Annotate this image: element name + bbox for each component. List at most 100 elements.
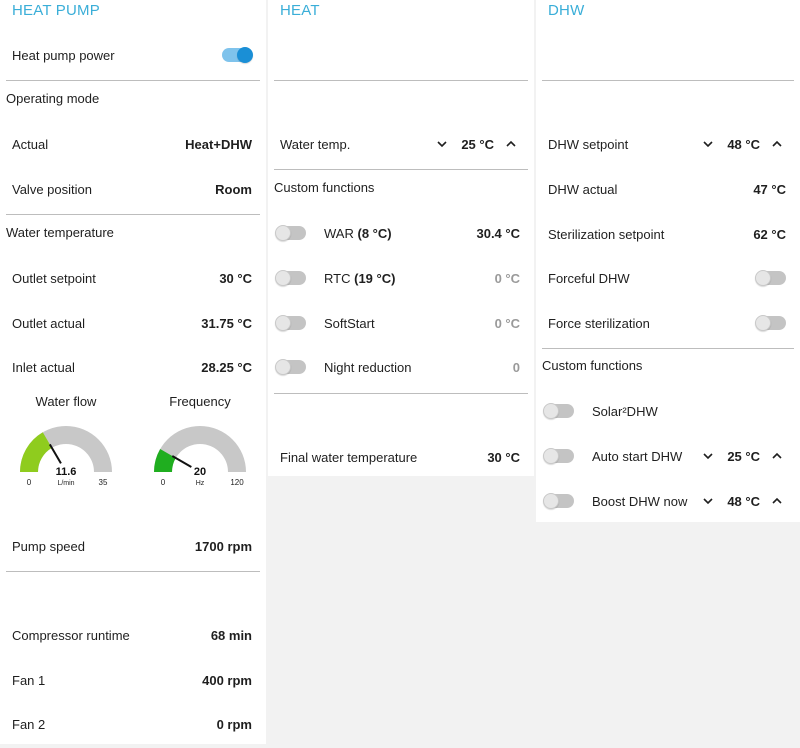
inlet-actual-label: Inlet actual (12, 359, 75, 375)
dhw-setpoint-label: DHW setpoint (548, 136, 629, 152)
toggle-knob (543, 493, 559, 509)
night-reduction-label: Night reduction (324, 359, 412, 375)
dhw-actual-row: DHW actual 47 °C (548, 179, 786, 199)
dhw-title: DHW (548, 2, 585, 19)
dhw-setpoint-value: 48 °C (727, 136, 760, 152)
chevron-up-icon[interactable] (768, 447, 786, 465)
fan2-label: Fan 2 (12, 716, 46, 732)
auto-start-dhw-value: 25 °C (727, 448, 760, 464)
heat-pump-power-toggle[interactable] (222, 47, 253, 63)
chevron-up-icon[interactable] (768, 135, 786, 153)
actual-mode-value: Heat+DHW (185, 136, 252, 152)
auto-start-dhw-label: Auto start DHW (592, 448, 683, 464)
compressor-runtime-row: Compressor runtime 68 min (12, 625, 252, 645)
fan2-value: 0 rpm (216, 716, 252, 732)
outlet-setpoint-label: Outlet setpoint (12, 270, 96, 286)
chevron-down-icon[interactable] (699, 135, 717, 153)
frequency-gauge: Frequency 20 Hz 0 120 (150, 394, 250, 504)
toggle-knob (237, 47, 253, 63)
divider (274, 169, 528, 170)
night-reduction-toggle[interactable] (275, 359, 306, 375)
softstart-label: SoftStart (324, 315, 375, 331)
divider (542, 348, 794, 349)
final-water-temp-row: Final water temperature 30 °C (280, 447, 520, 467)
solar-dhw-row: Solar²DHW (543, 401, 786, 421)
sterilization-setpoint-label: Sterilization setpoint (548, 226, 665, 242)
softstart-toggle[interactable] (275, 315, 306, 331)
compressor-runtime-label: Compressor runtime (12, 627, 130, 643)
sterilization-setpoint-value: 62 °C (753, 226, 786, 242)
heat-pump-power-row: Heat pump power (12, 45, 253, 65)
actual-mode-label: Actual (12, 136, 49, 152)
divider (274, 80, 528, 81)
fan1-row: Fan 1 400 rpm (12, 670, 252, 690)
outlet-setpoint-row: Outlet setpoint 30 °C (12, 268, 252, 288)
solar-dhw-label: Solar²DHW (592, 403, 658, 419)
inlet-actual-row: Inlet actual 28.25 °C (12, 357, 252, 377)
water-temperature-heading: Water temperature (6, 225, 114, 240)
water-flow-value: 11.6 (56, 466, 77, 478)
war-label: WAR (324, 225, 354, 241)
toggle-knob (275, 225, 291, 241)
heat-pump-title: HEAT PUMP (12, 2, 100, 19)
softstart-row: SoftStart 0 °C (275, 313, 520, 333)
forceful-dhw-label: Forceful DHW (548, 270, 630, 286)
forceful-dhw-toggle[interactable] (755, 270, 786, 286)
final-water-temp-label: Final water temperature (280, 449, 418, 465)
war-value: 30.4 °C (476, 225, 520, 241)
outlet-actual-value: 31.75 °C (201, 315, 252, 331)
rtc-label: RTC (324, 270, 351, 286)
outlet-actual-row: Outlet actual 31.75 °C (12, 313, 252, 333)
chevron-up-icon[interactable] (768, 492, 786, 510)
boost-dhw-toggle[interactable] (543, 493, 574, 509)
sterilization-setpoint-row: Sterilization setpoint 62 °C (548, 224, 786, 244)
war-row: WAR (8 °C) 30.4 °C (275, 223, 520, 243)
water-temp-row: Water temp. 25 °C (280, 134, 520, 154)
fan1-value: 400 rpm (202, 672, 252, 688)
water-flow-dial: 11.6 L/min 0 35 (20, 426, 112, 487)
toggle-knob (755, 270, 771, 286)
rtc-sub: (19 °C) (354, 270, 396, 286)
chevron-down-icon[interactable] (433, 135, 451, 153)
frequency-needle (171, 455, 192, 468)
toggle-knob (755, 315, 771, 331)
rtc-toggle[interactable] (275, 270, 306, 286)
toggle-knob (275, 359, 291, 375)
inlet-actual-value: 28.25 °C (201, 359, 252, 375)
frequency-min-label: 0 (161, 478, 166, 487)
boost-dhw-label: Boost DHW now (592, 493, 688, 509)
compressor-runtime-value: 68 min (210, 627, 252, 643)
boost-dhw-stepper: 48 °C (699, 492, 786, 510)
rtc-value: 0 °C (494, 270, 520, 286)
war-sub: (8 °C) (357, 225, 392, 241)
auto-start-dhw-stepper: 25 °C (699, 447, 786, 465)
divider (274, 393, 528, 394)
final-water-temp-value: 30 °C (487, 449, 520, 465)
frequency-label: Frequency (169, 394, 231, 409)
fan2-row: Fan 2 0 rpm (12, 714, 252, 734)
divider (6, 80, 260, 81)
toggle-knob (543, 403, 559, 419)
toggle-knob (275, 270, 291, 286)
chevron-down-icon[interactable] (699, 447, 717, 465)
valve-position-label: Valve position (12, 181, 92, 197)
valve-position-row: Valve position Room (12, 179, 252, 199)
war-toggle[interactable] (275, 225, 306, 241)
force-sterilization-row: Force sterilization (548, 313, 786, 333)
rtc-row: RTC (19 °C) 0 °C (275, 268, 520, 288)
pump-speed-row: Pump speed 1700 rpm (12, 536, 252, 556)
chevron-down-icon[interactable] (699, 492, 717, 510)
force-sterilization-toggle[interactable] (755, 315, 786, 331)
valve-position-value: Room (215, 181, 252, 197)
chevron-up-icon[interactable] (502, 135, 520, 153)
boost-dhw-row: Boost DHW now 48 °C (543, 491, 786, 511)
dhw-actual-label: DHW actual (548, 181, 618, 197)
water-temp-stepper: 25 °C (433, 135, 520, 153)
dhw-custom-functions-heading: Custom functions (542, 358, 643, 373)
solar-dhw-toggle[interactable] (543, 403, 574, 419)
frequency-value: 20 (194, 466, 206, 478)
frequency-unit: Hz (196, 480, 205, 487)
toggle-knob (543, 448, 559, 464)
pump-speed-value: 1700 rpm (194, 538, 252, 554)
auto-start-dhw-toggle[interactable] (543, 448, 574, 464)
